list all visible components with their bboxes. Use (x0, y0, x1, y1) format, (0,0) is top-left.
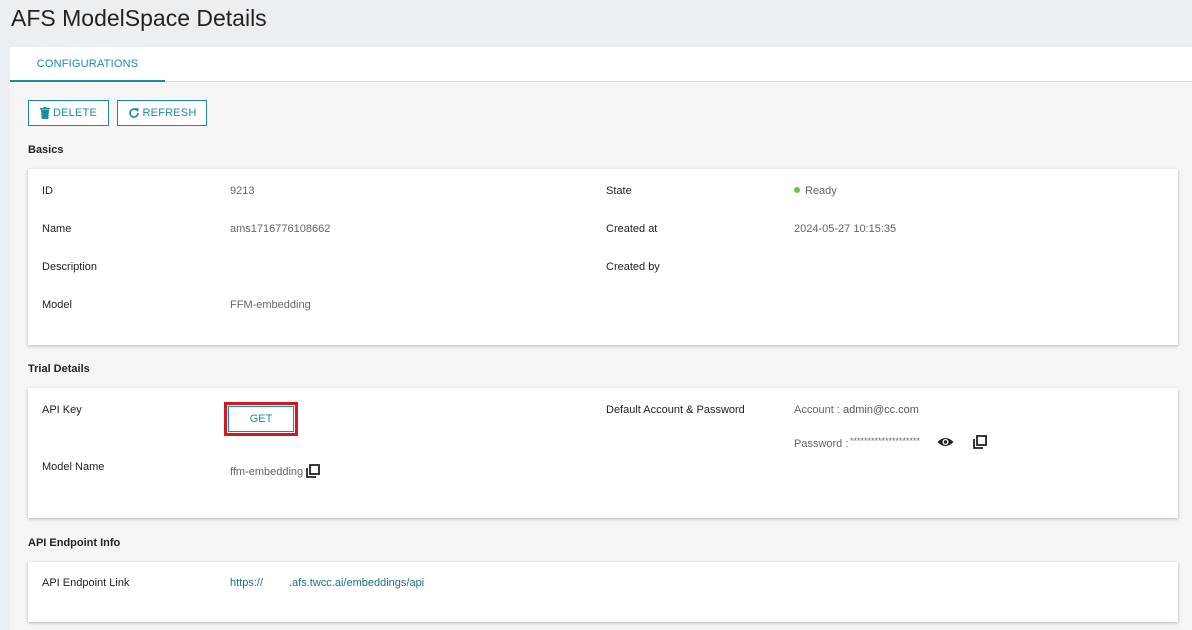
endpoint-card: API Endpoint Link https:// .afs.twcc.ai/… (28, 562, 1178, 622)
state-value: Ready (794, 185, 837, 197)
delete-button[interactable]: DELETE (28, 100, 109, 126)
trial-section-title: Trial Details (28, 363, 90, 375)
account-value: admin@cc.com (843, 404, 919, 416)
id-value: 9213 (230, 185, 255, 197)
created-at-label: Created at (606, 223, 658, 235)
delete-button-label: DELETE (53, 107, 97, 119)
state-label: State (606, 185, 632, 197)
endpoint-section-title: API Endpoint Info (28, 537, 121, 549)
main-panel: CONFIGURATIONS DELETE REFRESH Basics ID … (10, 47, 1192, 630)
model-name-label: Model Name (42, 461, 105, 473)
model-name-value: ffm-embedding (230, 466, 304, 478)
model-value: FFM-embedding (230, 299, 311, 311)
trial-card: API Key GET Model Name ffm-embedding Def… (28, 388, 1178, 518)
name-label: Name (42, 223, 72, 235)
get-api-key-button[interactable]: GET (228, 406, 294, 432)
trash-icon (40, 107, 50, 119)
account-label: Account : (794, 404, 840, 416)
endpoint-link-suffix[interactable]: .afs.twcc.ai/embeddings/api (289, 577, 424, 589)
page-title: AFS ModelSpace Details (11, 5, 267, 31)
basics-card: ID 9213 Name ams1716776108662 Descriptio… (28, 169, 1178, 345)
endpoint-link-prefix[interactable]: https:// (230, 577, 263, 589)
copy-password-icon[interactable] (973, 435, 987, 449)
description-label: Description (42, 261, 98, 273)
id-label: ID (42, 185, 53, 197)
password-value: ******************** (850, 436, 921, 446)
refresh-icon (128, 108, 139, 118)
copy-icon[interactable] (306, 464, 320, 478)
created-at-value: 2024-05-27 10:15:35 (794, 223, 897, 235)
name-value: ams1716776108662 (230, 223, 331, 235)
tab-configurations[interactable]: CONFIGURATIONS (10, 47, 165, 82)
state-text: Ready (805, 185, 837, 197)
refresh-button[interactable]: REFRESH (117, 100, 207, 126)
refresh-button-label: REFRESH (142, 107, 197, 119)
tab-bar: CONFIGURATIONS (10, 47, 1192, 82)
model-label: Model (42, 299, 72, 311)
created-by-label: Created by (606, 261, 660, 273)
endpoint-link-label: API Endpoint Link (42, 577, 130, 589)
password-label: Password : (794, 438, 849, 450)
get-button-highlight: GET (224, 402, 298, 436)
basics-section-title: Basics (28, 144, 64, 156)
status-dot (794, 187, 800, 193)
default-account-label: Default Account & Password (606, 404, 745, 416)
api-key-label: API Key (42, 404, 82, 416)
eye-icon[interactable] (937, 436, 954, 448)
